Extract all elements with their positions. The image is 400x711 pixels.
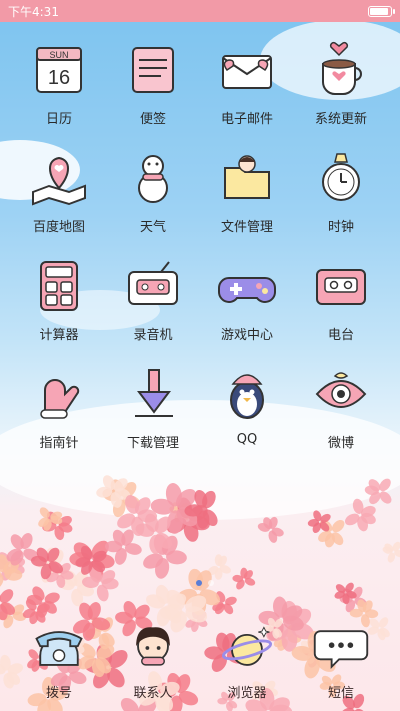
cassette-icon (316, 269, 366, 305)
app-weather[interactable]: 天气 (106, 146, 200, 254)
mitten-icon (40, 379, 80, 419)
app-download-manager[interactable]: 下载管理 (106, 362, 200, 470)
app-label: 拨号 (45, 686, 72, 701)
app-email[interactable]: 电子邮件 (200, 38, 294, 146)
status-time: 下午4:31 (8, 4, 59, 19)
app-label: 时钟 (327, 220, 354, 235)
app-notes[interactable]: 便签 (106, 38, 200, 146)
download-arrow-icon (135, 369, 173, 417)
app-label: QQ (236, 432, 258, 447)
app-label: 天气 (139, 220, 166, 235)
page-dot (208, 580, 214, 586)
envelope-icon (222, 55, 272, 89)
alarm-clock-icon (322, 153, 360, 201)
app-qq[interactable]: QQ (200, 362, 294, 470)
telephone-icon (35, 631, 83, 666)
app-label: 文件管理 (220, 220, 273, 235)
eye-icon (315, 372, 367, 408)
app-label: 便签 (139, 112, 166, 127)
snowman-icon (138, 155, 168, 203)
app-recorder[interactable]: 录音机 (106, 254, 200, 362)
penguin-icon (230, 374, 264, 419)
app-label: 系统更新 (314, 112, 367, 127)
app-label: 联系人 (133, 686, 173, 701)
app-compass[interactable]: 指南针 (12, 362, 106, 470)
app-label: 指南针 (39, 436, 79, 451)
coffee-cup-icon (322, 41, 362, 95)
app-label: 下载管理 (126, 436, 179, 451)
app-system-update[interactable]: 系统更新 (294, 38, 388, 146)
app-calculator[interactable]: 计算器 (12, 254, 106, 362)
dock: 拨号 联系人 浏览器 短信 (12, 618, 388, 701)
battery-fill (370, 7, 388, 15)
calculator-icon (40, 261, 78, 311)
app-calendar[interactable]: SUN 16 日历 (12, 38, 106, 146)
status-bar: 下午4:31 (0, 0, 400, 22)
app-game-center[interactable]: 游戏中心 (200, 254, 294, 362)
app-grid: SUN 16 日历 便签 电子邮件 系统更新 百度地图 天气 文件管理 时钟 计 (12, 38, 388, 470)
girl-avatar-icon (136, 627, 170, 666)
speech-bubble-icon (313, 630, 369, 670)
planet-icon (221, 626, 273, 666)
app-label: 短信 (327, 686, 354, 701)
app-label: 电台 (327, 328, 354, 343)
map-pin-icon (32, 156, 86, 206)
app-label: 日历 (45, 112, 72, 127)
app-browser[interactable]: 浏览器 (200, 618, 294, 701)
svg-text:16: 16 (48, 67, 70, 89)
page-dot-active (196, 580, 202, 586)
app-baidu-map[interactable]: 百度地图 (12, 146, 106, 254)
app-clock[interactable]: 时钟 (294, 146, 388, 254)
notepad-icon (132, 47, 174, 93)
calendar-icon: SUN 16 (36, 47, 82, 93)
radio-icon (128, 261, 178, 305)
battery-icon (368, 5, 395, 17)
page-indicator (196, 580, 214, 586)
app-label: 电子邮件 (220, 112, 273, 127)
app-label: 浏览器 (227, 686, 267, 701)
app-messages[interactable]: 短信 (294, 618, 388, 701)
app-label: 录音机 (133, 328, 173, 343)
app-weibo[interactable]: 微博 (294, 362, 388, 470)
app-radio[interactable]: 电台 (294, 254, 388, 362)
svg-text:SUN: SUN (49, 50, 68, 60)
app-contacts[interactable]: 联系人 (106, 618, 200, 701)
gamepad-icon (218, 277, 276, 303)
app-label: 游戏中心 (220, 328, 273, 343)
folder-icon (224, 155, 270, 199)
app-label: 百度地图 (32, 220, 85, 235)
app-label: 计算器 (39, 328, 79, 343)
app-file-manager[interactable]: 文件管理 (200, 146, 294, 254)
app-label: 微博 (327, 436, 354, 451)
app-dialer[interactable]: 拨号 (12, 618, 106, 701)
